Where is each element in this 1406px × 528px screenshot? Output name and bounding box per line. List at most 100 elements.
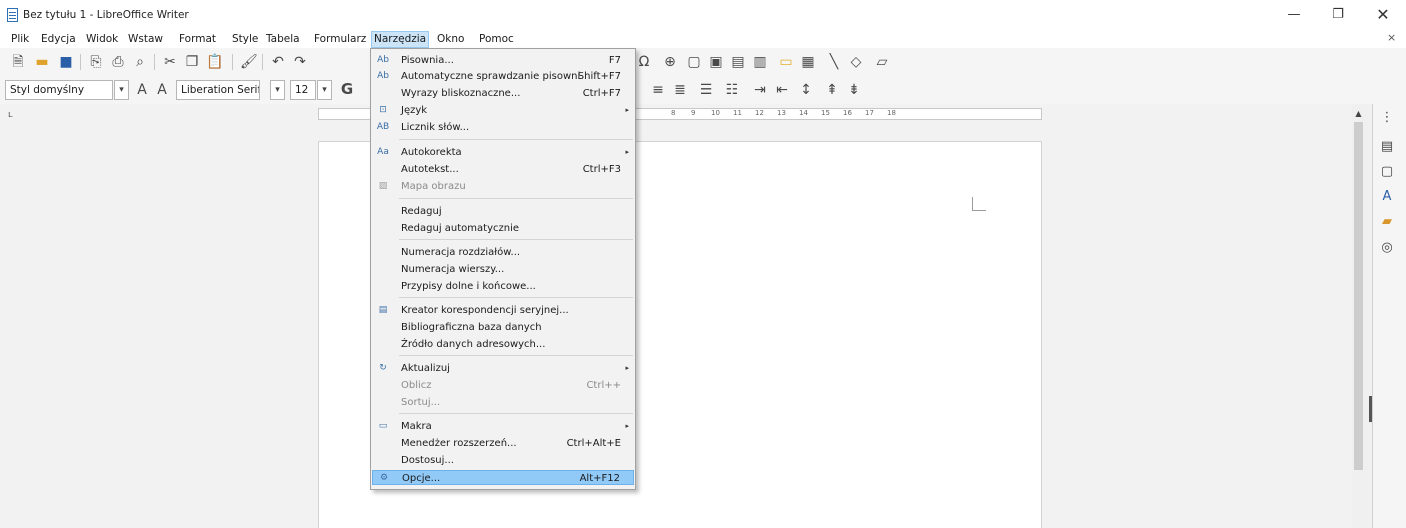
- menu-item-redact[interactable]: Redaguj: [372, 204, 634, 219]
- font-name-combo[interactable]: Liberation Serif: [176, 80, 260, 100]
- menu-item-language[interactable]: ⊡ Język ▸: [372, 103, 634, 118]
- auto-spellcheck-icon: Ab: [377, 71, 389, 81]
- insert-special-character-icon[interactable]: Ω: [636, 54, 652, 70]
- decrease-indent-icon[interactable]: ⇤: [774, 82, 790, 98]
- paragraph-style-dropdown-button[interactable]: ▾: [114, 80, 129, 100]
- ruler-number: 10: [711, 109, 720, 117]
- cut-icon[interactable]: ✂: [162, 54, 178, 70]
- decrease-paragraph-spacing-icon[interactable]: ⇟: [846, 82, 862, 98]
- restore-button[interactable]: ❐: [1323, 4, 1353, 26]
- close-button[interactable]: ✕: [1368, 4, 1398, 26]
- paste-icon[interactable]: 📋: [206, 54, 223, 70]
- language-icon: ⊡: [379, 105, 387, 115]
- increase-indent-icon[interactable]: ⇥: [752, 82, 768, 98]
- show-draw-functions-icon[interactable]: ▱: [874, 54, 890, 70]
- tools-menu-dropdown: Ab Pisownia... F7 Ab Automatyczne sprawd…: [370, 48, 636, 490]
- menu-edycja[interactable]: Edycja: [39, 32, 78, 48]
- text-boundary-corner-mark: [972, 197, 986, 211]
- menu-item-customize[interactable]: Dostosuj...: [372, 453, 634, 468]
- menu-item-chapter-numbering[interactable]: Numeracja rozdziałów...: [372, 245, 634, 260]
- close-document-button[interactable]: ×: [1387, 31, 1396, 44]
- menu-item-extension-manager[interactable]: Menedżer rozszerzeń... Ctrl+Alt+E: [372, 436, 634, 451]
- scroll-up-arrow-icon[interactable]: ▲: [1353, 108, 1364, 119]
- new-style-icon[interactable]: A: [154, 82, 170, 98]
- toolbar-separator: [80, 54, 81, 70]
- font-size-combo[interactable]: 12: [290, 80, 316, 100]
- insert-bookmark-icon[interactable]: ▤: [730, 54, 746, 70]
- menu-item-mail-merge-wizard[interactable]: ▤ Kreator korespondencji seryjnej...: [372, 303, 634, 318]
- menu-item-autotext[interactable]: Autotekst... Ctrl+F3: [372, 162, 634, 177]
- insert-endnote-icon[interactable]: ▣: [708, 54, 724, 70]
- line-spacing-icon[interactable]: ↕: [798, 82, 814, 98]
- print-preview-icon[interactable]: ⌕: [132, 54, 148, 70]
- menu-item-update[interactable]: ↻ Aktualizuj ▸: [372, 361, 634, 376]
- menu-item-line-numbering[interactable]: Numeracja wierszy...: [372, 262, 634, 277]
- menu-item-thesaurus[interactable]: Wyrazy bliskoznaczne... Ctrl+F7: [372, 86, 634, 101]
- undo-icon[interactable]: ↶: [270, 54, 286, 70]
- styles-icon[interactable]: A: [1379, 189, 1395, 205]
- tab-stop-corner-icon[interactable]: ʟ: [8, 110, 13, 120]
- copy-icon[interactable]: ❐: [184, 54, 200, 70]
- paragraph-style-combo[interactable]: Styl domyślny: [5, 80, 113, 100]
- font-size-dropdown-button[interactable]: ▾: [317, 80, 332, 100]
- menu-item-options[interactable]: ⚙ Opcje... Alt+F12: [372, 470, 634, 485]
- navigator-icon[interactable]: ◎: [1379, 240, 1395, 256]
- increase-paragraph-spacing-icon[interactable]: ⇞: [824, 82, 840, 98]
- gear-icon: ⚙: [379, 473, 389, 483]
- menu-item-word-count[interactable]: AB Licznik słów...: [372, 120, 634, 135]
- menu-item-macros[interactable]: ▭ Makra ▸: [372, 419, 634, 434]
- menu-narzedzia[interactable]: Narzędzia: [371, 31, 430, 48]
- ruler-number: 16: [843, 109, 852, 117]
- menu-item-autocorrect[interactable]: Aa Autokorekta ▸: [372, 145, 634, 160]
- menu-plik[interactable]: Plik: [9, 32, 31, 48]
- align-right-icon[interactable]: ≡: [650, 82, 666, 98]
- ruler-number: 18: [887, 109, 896, 117]
- page-icon[interactable]: ▢: [1379, 164, 1395, 180]
- menu-style[interactable]: Style: [230, 32, 260, 48]
- redo-icon[interactable]: ↷: [292, 54, 308, 70]
- menu-item-address-data-source[interactable]: Źródło danych adresowych...: [372, 337, 634, 352]
- insert-hyperlink-icon[interactable]: ⊕: [662, 54, 678, 70]
- menu-okno[interactable]: Okno: [435, 32, 466, 48]
- export-pdf-icon[interactable]: ⎘: [88, 54, 104, 70]
- menu-item-bibliography-database[interactable]: Bibliograficzna baza danych: [372, 320, 634, 335]
- menu-pomoc[interactable]: Pomoc: [477, 32, 516, 48]
- insert-footnote-icon[interactable]: ▢: [686, 54, 702, 70]
- font-name-dropdown-button[interactable]: ▾: [270, 80, 285, 100]
- insert-cross-reference-icon[interactable]: ▥: [752, 54, 768, 70]
- insert-line-icon[interactable]: ╲: [826, 54, 842, 70]
- bold-icon[interactable]: G: [339, 81, 355, 97]
- justify-icon[interactable]: ≣: [672, 82, 688, 98]
- menu-item-sort: Sortuj...: [401, 397, 441, 408]
- save-icon[interactable]: ■: [58, 54, 74, 70]
- menu-item-auto-redact[interactable]: Redaguj automatycznie: [372, 221, 634, 236]
- writer-app-icon: [7, 8, 18, 22]
- track-changes-icon[interactable]: ▦: [800, 54, 816, 70]
- gallery-icon[interactable]: ▰: [1379, 214, 1395, 230]
- insert-comment-icon[interactable]: ▭: [778, 54, 794, 70]
- unordered-list-icon[interactable]: ☰: [698, 82, 714, 98]
- menu-item-auto-spellcheck[interactable]: Ab Automatyczne sprawdzanie pisowni Shif…: [372, 69, 634, 84]
- print-icon[interactable]: ⎙: [110, 54, 126, 70]
- menu-item-spelling[interactable]: Ab Pisownia... F7: [372, 53, 634, 68]
- formatting-toolbar: Styl domyślny ▾ A A Liberation Serif ▾ 1…: [0, 77, 1406, 104]
- standard-toolbar: 🗎 ▬ ■ ⎘ ⎙ ⌕ ✂ ❐ 📋 🖌 ↶ ↷ Ω ⊕ ▢ ▣ ▤ ▥ ▭ ▦ …: [0, 48, 1406, 77]
- basic-shapes-icon[interactable]: ◇: [848, 54, 864, 70]
- toolbar-separator: [154, 54, 155, 70]
- open-folder-icon[interactable]: ▬: [34, 54, 50, 70]
- new-document-icon[interactable]: 🗎: [10, 54, 26, 70]
- update-style-icon[interactable]: A: [134, 82, 150, 98]
- menu-tabela[interactable]: Tabela: [264, 32, 302, 48]
- submenu-arrow-icon: ▸: [625, 106, 629, 114]
- menu-wstaw[interactable]: Wstaw: [126, 32, 165, 48]
- clone-formatting-icon[interactable]: 🖌: [240, 54, 258, 70]
- minimize-button[interactable]: —: [1279, 4, 1309, 26]
- sidebar-menu-icon[interactable]: ⋮: [1379, 110, 1395, 126]
- ordered-list-icon[interactable]: ☷: [724, 82, 740, 98]
- menu-widok[interactable]: Widok: [84, 32, 120, 48]
- scrollbar-thumb[interactable]: [1354, 122, 1363, 470]
- menu-format[interactable]: Format: [177, 32, 218, 48]
- properties-icon[interactable]: ▤: [1379, 139, 1395, 155]
- menu-formularz[interactable]: Formularz: [312, 32, 368, 48]
- menu-item-footnotes-endnotes[interactable]: Przypisy dolne i końcowe...: [372, 279, 634, 294]
